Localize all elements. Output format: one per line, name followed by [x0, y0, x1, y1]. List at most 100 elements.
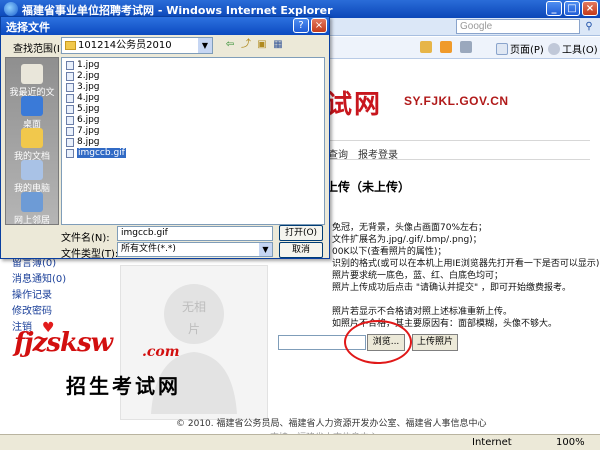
place-label: 网上邻居: [13, 216, 50, 226]
file-item[interactable]: 1.jpg: [66, 60, 100, 71]
recent-documents-icon: [21, 64, 43, 84]
lookin-label: 查找范围(I):: [13, 44, 68, 55]
lookin-dropdown[interactable]: 101214公务员2010 ▼: [61, 37, 213, 54]
cancel-button[interactable]: 取消: [279, 242, 323, 258]
filename-field[interactable]: imgccb.gif: [117, 226, 273, 241]
file-name: imgccb.gif: [77, 148, 126, 158]
image-file-icon: [66, 72, 74, 81]
place-my-computer[interactable]: 我的电脑: [6, 160, 58, 194]
home-icon[interactable]: [420, 41, 434, 54]
image-file-icon: [66, 61, 74, 70]
file-name: 6.jpg: [77, 115, 100, 125]
instruction-line: 照片要求统一底色，蓝、红、白底色均可；: [332, 271, 504, 281]
image-file-icon: [66, 105, 74, 114]
instruction-line: 如照片不合格，其主要原因有：面部模糊，头像不够大。: [332, 319, 558, 329]
file-name: 3.jpg: [77, 82, 100, 92]
desktop-icon: [21, 96, 43, 116]
browse-button[interactable]: 浏览...: [367, 334, 405, 351]
photo-file-input[interactable]: [278, 335, 366, 350]
maximize-button[interactable]: □: [564, 1, 580, 16]
file-item[interactable]: 4.jpg: [66, 93, 100, 104]
file-item[interactable]: 5.jpg: [66, 104, 100, 115]
upload-photo-button[interactable]: 上传照片: [412, 334, 458, 351]
site-watermark: ♥ fjzsksw .com 招生考试网: [14, 318, 180, 398]
file-item[interactable]: 7.jpg: [66, 126, 100, 137]
place-network[interactable]: 网上邻居: [6, 192, 58, 226]
dialog-title: 选择文件: [6, 21, 50, 34]
upload-instructions: 免冠，无背景，头像占画面70%左右； 文件扩展名为.jpg/.gif/.bmp/…: [332, 222, 600, 330]
page-footer: © 2010. 福建省公务员局、福建省人力资源开发办公室、福建省人事信息中心 支…: [0, 410, 600, 443]
footer-copyright: © 2010. 福建省公务员局、福建省人力资源开发办公室、福建省人事信息中心: [176, 419, 487, 429]
search-input[interactable]: Google: [456, 19, 580, 34]
feeds-icon[interactable]: [440, 41, 454, 54]
chevron-down-icon: ▼: [259, 243, 272, 256]
instruction-line: 照片若显示不合格请对照上述标准重新上传。: [332, 307, 513, 317]
image-file-icon: [66, 83, 74, 92]
instruction-line: 文件扩展名为.jpg/.gif/.bmp/.png)；: [332, 235, 482, 245]
menu-item-count: (0): [42, 258, 57, 269]
site-url: SY.FJKL.GOV.CN: [404, 94, 509, 108]
menu-item-notices[interactable]: 消息通知(0): [12, 272, 66, 288]
tools-menu[interactable]: 工具(O): [548, 41, 598, 56]
help-button[interactable]: ?: [293, 18, 309, 33]
instruction-line: 照片上传成功后点击 "请确认并提交" ，即可开始缴费报考。: [332, 283, 572, 293]
dialog-close-button[interactable]: ×: [311, 18, 327, 33]
file-name: 1.jpg: [77, 60, 100, 70]
file-item[interactable]: 6.jpg: [66, 115, 100, 126]
lookin-value: 101214公务员2010: [78, 40, 172, 51]
menu-item-label: 操作记录: [12, 290, 52, 301]
gear-icon: [548, 43, 560, 55]
file-name: 2.jpg: [77, 71, 100, 81]
back-arrow-icon[interactable]: ⇦: [223, 38, 237, 52]
tools-menu-label: 工具(O): [562, 45, 598, 56]
up-folder-icon[interactable]: ⤴: [239, 38, 253, 52]
menu-item-count: (0): [52, 274, 67, 285]
place-desktop[interactable]: 桌面: [6, 96, 58, 130]
file-name: 4.jpg: [77, 93, 100, 103]
filetype-label: 文件类型(T):: [61, 249, 119, 260]
file-item[interactable]: 3.jpg: [66, 82, 100, 93]
menu-item-label: 修改密码: [12, 306, 52, 317]
folder-icon: [65, 41, 76, 50]
zoom-level[interactable]: 100%: [556, 437, 585, 448]
instruction-line: 识别的格式(或可以在本机上用IE浏览器先打开看一下是否可以显示)；: [332, 259, 600, 269]
watermark-latin: fjzsksw: [14, 328, 113, 358]
security-zone: Internet: [472, 437, 512, 448]
print-icon[interactable]: [460, 41, 474, 54]
dialog-titlebar: 选择文件 ? ×: [1, 17, 329, 35]
image-file-icon: [66, 138, 74, 147]
menu-item-label: 消息通知: [12, 274, 52, 285]
filetype-dropdown[interactable]: 所有文件(*.*) ▼: [117, 242, 273, 257]
minimize-button[interactable]: _: [546, 1, 562, 16]
instruction-line: 免冠，无背景，头像占画面70%左右；: [332, 223, 488, 233]
new-folder-icon[interactable]: ▣: [255, 38, 269, 52]
page-menu[interactable]: 页面(P): [496, 41, 544, 56]
page-icon: [496, 43, 508, 55]
file-item[interactable]: 2.jpg: [66, 71, 100, 82]
image-file-icon: [66, 127, 74, 136]
filename-label: 文件名(N):: [61, 233, 110, 244]
place-my-documents[interactable]: 我的文档: [6, 128, 58, 162]
no-photo-text: 无相片: [181, 300, 206, 336]
menu-item-label: 留言簿: [12, 258, 42, 269]
instruction-line: 00K以下(查看照片的属性)；: [332, 247, 447, 257]
page-menu-label: 页面(P): [510, 45, 544, 56]
image-file-icon: [66, 149, 74, 158]
menu-item-history[interactable]: 操作记录: [12, 288, 66, 304]
view-menu-icon[interactable]: ▦: [271, 38, 285, 52]
close-window-button[interactable]: ×: [582, 1, 598, 16]
instruction-line: [332, 294, 600, 306]
file-item-selected[interactable]: imgccb.gif: [66, 148, 126, 159]
nav-query-link[interactable]: 查询: [328, 146, 348, 161]
open-button[interactable]: 打开(O): [279, 225, 323, 241]
watermark-dotcom: .com: [142, 344, 180, 360]
search-icon[interactable]: ⚲: [582, 20, 596, 33]
site-brand-text: 试网: [326, 90, 383, 120]
image-file-icon: [66, 116, 74, 125]
my-documents-icon: [21, 128, 43, 148]
nav-login-link[interactable]: 报考登录: [358, 146, 398, 161]
file-list[interactable]: 1.jpg 2.jpg 3.jpg 4.jpg 5.jpg 6.jpg 7.jp…: [61, 57, 325, 225]
ie-logo-icon: [4, 2, 18, 16]
file-item[interactable]: 8.jpg: [66, 137, 100, 148]
places-bar: 我最近的文档 桌面 我的文档 我的电脑 网上邻居: [5, 57, 59, 226]
